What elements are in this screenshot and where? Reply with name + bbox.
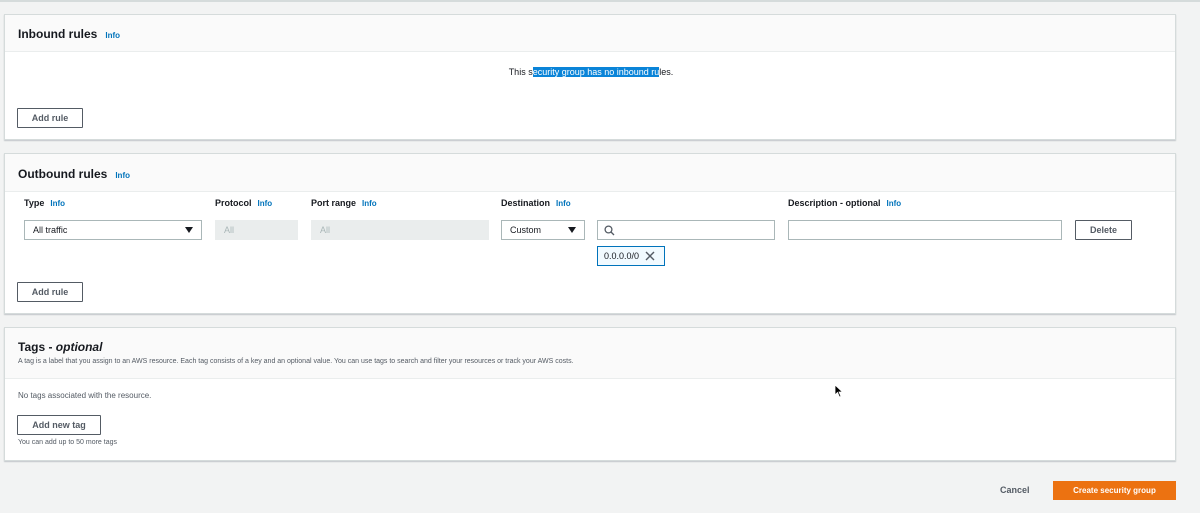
- create-security-group-button[interactable]: Create security group: [1053, 481, 1176, 500]
- delete-rule-button[interactable]: Delete: [1075, 220, 1132, 240]
- inbound-empty-post: les.: [659, 67, 674, 77]
- col-destination-info-link[interactable]: Info: [556, 199, 571, 208]
- col-destination-label: Destination Info: [501, 198, 571, 208]
- outbound-info-link[interactable]: Info: [115, 171, 130, 180]
- tags-title-optional: optional: [55, 340, 103, 354]
- inbound-rules-panel: Inbound rules Info This security group ha…: [4, 14, 1176, 140]
- col-protocol-label: Protocol Info: [215, 198, 272, 208]
- tags-empty-message: No tags associated with the resource.: [18, 391, 152, 400]
- col-port-range-info-link[interactable]: Info: [362, 199, 377, 208]
- inbound-rules-header: Inbound rules Info: [5, 15, 1175, 52]
- inbound-add-rule-button[interactable]: Add rule: [17, 108, 83, 128]
- port-range-field-value: All: [320, 225, 331, 235]
- type-select-value: All traffic: [33, 225, 68, 235]
- outbound-add-rule-button[interactable]: Add rule: [17, 282, 83, 302]
- tags-title: Tags - optional: [18, 340, 102, 354]
- protocol-field: All: [215, 220, 298, 240]
- col-type-text: Type: [24, 198, 45, 208]
- outbound-rules-panel: Outbound rules Info Type Info Protocol Info…: [4, 153, 1176, 314]
- col-type-info-link[interactable]: Info: [50, 199, 65, 208]
- destination-select[interactable]: Custom: [501, 220, 585, 240]
- inbound-empty-message: This security group has no inbound rules…: [5, 67, 1177, 77]
- outbound-rules-header: Outbound rules Info: [5, 154, 1175, 192]
- description-input[interactable]: [788, 220, 1062, 240]
- mouse-cursor-icon: [834, 384, 844, 398]
- inbound-empty-highlight: ecurity group has no inbound ru: [532, 67, 660, 77]
- destination-search-input[interactable]: [597, 220, 775, 240]
- tags-header: Tags - optional A tag is a label that yo…: [5, 328, 1175, 379]
- search-icon: [604, 224, 615, 235]
- col-protocol-text: Protocol: [215, 198, 252, 208]
- col-port-range-label: Port range Info: [311, 198, 377, 208]
- tags-title-text: Tags -: [18, 340, 56, 354]
- inbound-info-link[interactable]: Info: [105, 31, 120, 40]
- close-icon[interactable]: [645, 251, 655, 261]
- col-description-label: Description - optional Info: [788, 198, 901, 208]
- type-select[interactable]: All traffic: [24, 220, 202, 240]
- tags-panel: Tags - optional A tag is a label that yo…: [4, 327, 1176, 461]
- tags-description: A tag is a label that you assign to an A…: [18, 358, 574, 365]
- inbound-rules-title-text: Inbound rules: [18, 27, 98, 41]
- col-description-text: Description - optional: [788, 198, 881, 208]
- cancel-button[interactable]: Cancel: [1000, 485, 1030, 495]
- cidr-token-value: 0.0.0.0/0: [604, 251, 640, 261]
- col-description-info-link[interactable]: Info: [887, 199, 902, 208]
- inbound-rules-title: Inbound rules Info: [18, 27, 120, 41]
- caret-down-icon: [185, 227, 193, 233]
- cidr-token: 0.0.0.0/0: [597, 246, 665, 266]
- destination-select-value: Custom: [510, 225, 542, 235]
- outbound-rules-title: Outbound rules Info: [18, 167, 130, 181]
- tags-limit-note: You can add up to 50 more tags: [18, 439, 117, 446]
- col-port-range-text: Port range: [311, 198, 357, 208]
- protocol-field-value: All: [224, 225, 235, 235]
- col-type-label: Type Info: [24, 198, 65, 208]
- caret-down-icon: [568, 227, 576, 233]
- inbound-empty-pre: This s: [508, 67, 533, 77]
- add-new-tag-button[interactable]: Add new tag: [17, 415, 101, 435]
- top-divider: [0, 0, 1200, 2]
- port-range-field: All: [311, 220, 489, 240]
- col-destination-text: Destination: [501, 198, 551, 208]
- outbound-rules-title-text: Outbound rules: [18, 167, 108, 181]
- col-protocol-info-link[interactable]: Info: [258, 199, 273, 208]
